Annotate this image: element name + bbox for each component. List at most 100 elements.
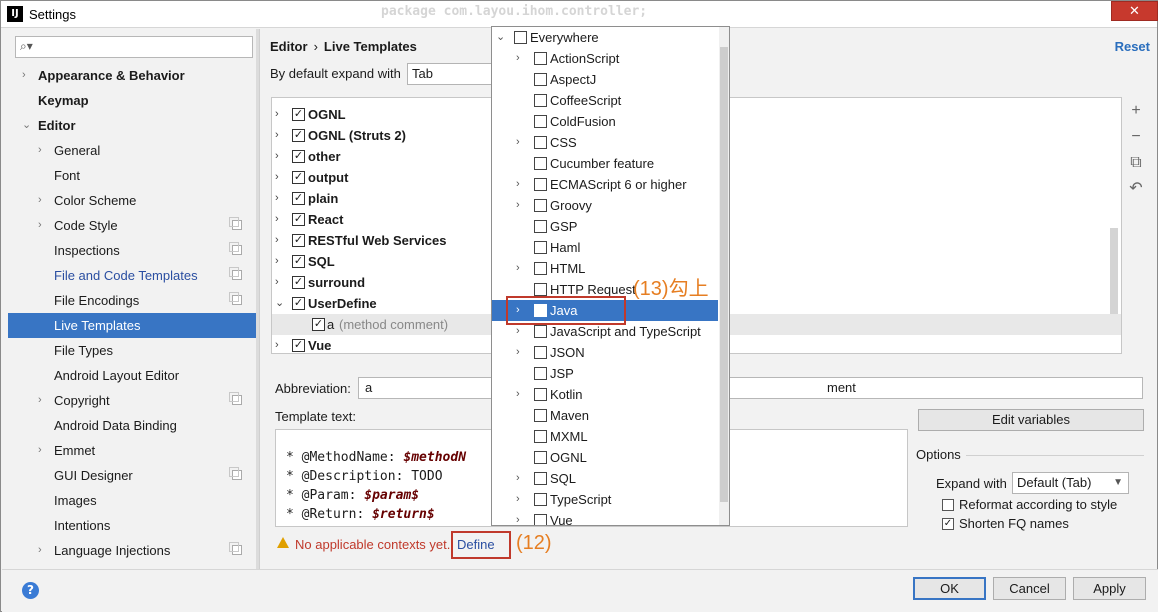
cancel-button[interactable]: Cancel	[993, 577, 1066, 600]
chevron-right-icon[interactable]: ›	[275, 167, 285, 188]
sidebar-item-color-scheme[interactable]: › Color Scheme	[8, 188, 259, 213]
context-item-actionscript[interactable]: › ActionScript	[492, 48, 718, 69]
apply-button[interactable]: Apply	[1073, 577, 1146, 600]
context-item-jsp[interactable]: JSP	[492, 363, 718, 384]
sidebar-item-live-templates[interactable]: Live Templates	[8, 313, 259, 338]
context-item-css[interactable]: › CSS	[492, 132, 718, 153]
context-item-ecmascript-6-or-higher[interactable]: › ECMAScript 6 or higher	[492, 174, 718, 195]
context-checkbox[interactable]	[534, 451, 547, 464]
chevron-right-icon[interactable]: ›	[516, 48, 520, 69]
chevron-right-icon[interactable]: ›	[275, 272, 285, 293]
context-item-maven[interactable]: Maven	[492, 405, 718, 426]
chevron-right-icon[interactable]: ›	[516, 132, 520, 153]
search-input[interactable]	[38, 39, 248, 55]
sidebar-item-inspections[interactable]: Inspections	[8, 238, 259, 263]
template-checkbox[interactable]: ✓	[292, 234, 305, 247]
context-checkbox[interactable]	[534, 52, 547, 65]
chevron-right-icon[interactable]: ›	[38, 138, 50, 163]
context-checkbox[interactable]	[534, 73, 547, 86]
template-checkbox[interactable]: ✓	[292, 108, 305, 121]
chevron-right-icon[interactable]: ›	[275, 188, 285, 209]
sidebar-item-font[interactable]: Font	[8, 163, 259, 188]
context-checkbox[interactable]	[534, 136, 547, 149]
context-checkbox[interactable]	[534, 178, 547, 191]
chevron-right-icon[interactable]: ›	[275, 230, 285, 251]
chevron-right-icon[interactable]: ›	[38, 188, 50, 213]
sidebar-item-appearance-behavior[interactable]: › Appearance & Behavior	[8, 63, 259, 88]
sidebar-item-android-layout-editor[interactable]: Android Layout Editor	[8, 363, 259, 388]
context-item-cucumber-feature[interactable]: Cucumber feature	[492, 153, 718, 174]
ok-button[interactable]: OK	[913, 577, 986, 600]
context-checkbox[interactable]	[534, 367, 547, 380]
close-button[interactable]: ✕	[1111, 1, 1158, 21]
context-checkbox[interactable]	[534, 241, 547, 254]
chevron-right-icon[interactable]: ›	[516, 510, 520, 525]
chevron-right-icon[interactable]: ›	[275, 146, 285, 167]
chevron-right-icon[interactable]: ›	[275, 335, 285, 353]
add-icon[interactable]: +	[1126, 101, 1146, 121]
context-checkbox[interactable]	[534, 283, 547, 296]
chevron-right-icon[interactable]: ›	[38, 213, 50, 238]
chevron-right-icon[interactable]: ›	[516, 468, 520, 489]
chevron-right-icon[interactable]: ›	[516, 258, 520, 279]
sidebar-item-intentions[interactable]: Intentions	[8, 513, 259, 538]
chevron-right-icon[interactable]: ›	[22, 63, 34, 88]
context-checkbox[interactable]	[534, 157, 547, 170]
chevron-right-icon[interactable]: ›	[516, 384, 520, 405]
sidebar-item-gui-designer[interactable]: GUI Designer	[8, 463, 259, 488]
popup-scrollbar-thumb[interactable]	[720, 47, 728, 502]
chevron-right-icon[interactable]: ›	[516, 195, 520, 216]
chevron-right-icon[interactable]: ›	[275, 125, 285, 146]
reformat-checkbox[interactable]	[942, 499, 954, 511]
context-checkbox[interactable]	[534, 115, 547, 128]
template-checkbox[interactable]: ✓	[292, 255, 305, 268]
template-checkbox[interactable]: ✓	[292, 171, 305, 184]
sidebar-item-android-data-binding[interactable]: Android Data Binding	[8, 413, 259, 438]
sidebar-item-keymap[interactable]: Keymap	[8, 88, 259, 113]
template-checkbox[interactable]: ✓	[292, 150, 305, 163]
context-item-haml[interactable]: Haml	[492, 237, 718, 258]
context-item-everywhere[interactable]: ⌄ Everywhere	[492, 27, 718, 48]
sidebar-item-images[interactable]: Images	[8, 488, 259, 513]
sidebar-item-file-and-code-templates[interactable]: File and Code Templates	[8, 263, 259, 288]
context-checkbox[interactable]	[534, 472, 547, 485]
context-item-kotlin[interactable]: › Kotlin	[492, 384, 718, 405]
context-item-gsp[interactable]: GSP	[492, 216, 718, 237]
sidebar-item-file-encodings[interactable]: File Encodings	[8, 288, 259, 313]
shorten-checkbox[interactable]: ✓	[942, 518, 954, 530]
context-checkbox[interactable]	[534, 409, 547, 422]
context-checkbox[interactable]	[534, 262, 547, 275]
context-item-aspectj[interactable]: AspectJ	[492, 69, 718, 90]
template-checkbox[interactable]: ✓	[292, 297, 305, 310]
template-checkbox[interactable]: ✓	[292, 213, 305, 226]
help-button[interactable]: ?	[22, 582, 39, 599]
context-item-groovy[interactable]: › Groovy	[492, 195, 718, 216]
context-item-json[interactable]: › JSON	[492, 342, 718, 363]
template-checkbox[interactable]: ✓	[312, 318, 325, 331]
settings-search[interactable]: ⌕▾	[15, 36, 253, 58]
template-checkbox[interactable]: ✓	[292, 276, 305, 289]
chevron-down-icon[interactable]: ⌄	[22, 113, 34, 138]
context-checkbox[interactable]	[534, 220, 547, 233]
context-item-mxml[interactable]: MXML	[492, 426, 718, 447]
abbreviation-input[interactable]: a ment	[358, 377, 1143, 399]
expand-with-select[interactable]: Default (Tab) ▼	[1012, 472, 1129, 494]
context-item-coldfusion[interactable]: ColdFusion	[492, 111, 718, 132]
chevron-down-icon[interactable]: ⌄	[275, 293, 285, 314]
sidebar-item-language-injections[interactable]: › Language Injections	[8, 538, 259, 563]
sidebar-item-copyright[interactable]: › Copyright	[8, 388, 259, 413]
context-checkbox[interactable]	[534, 493, 547, 506]
template-checkbox[interactable]: ✓	[292, 339, 305, 352]
revert-icon[interactable]: ↶	[1126, 179, 1146, 199]
chevron-right-icon[interactable]: ›	[516, 342, 520, 363]
chevron-right-icon[interactable]: ›	[275, 104, 285, 125]
context-item-ognl[interactable]: OGNL	[492, 447, 718, 468]
chevron-right-icon[interactable]: ›	[38, 388, 50, 413]
context-checkbox[interactable]	[534, 514, 547, 525]
context-checkbox[interactable]	[534, 199, 547, 212]
chevron-right-icon[interactable]: ›	[275, 209, 285, 230]
template-checkbox[interactable]: ✓	[292, 129, 305, 142]
context-checkbox[interactable]	[534, 430, 547, 443]
chevron-right-icon[interactable]: ›	[275, 251, 285, 272]
context-item-vue[interactable]: › Vue	[492, 510, 718, 525]
